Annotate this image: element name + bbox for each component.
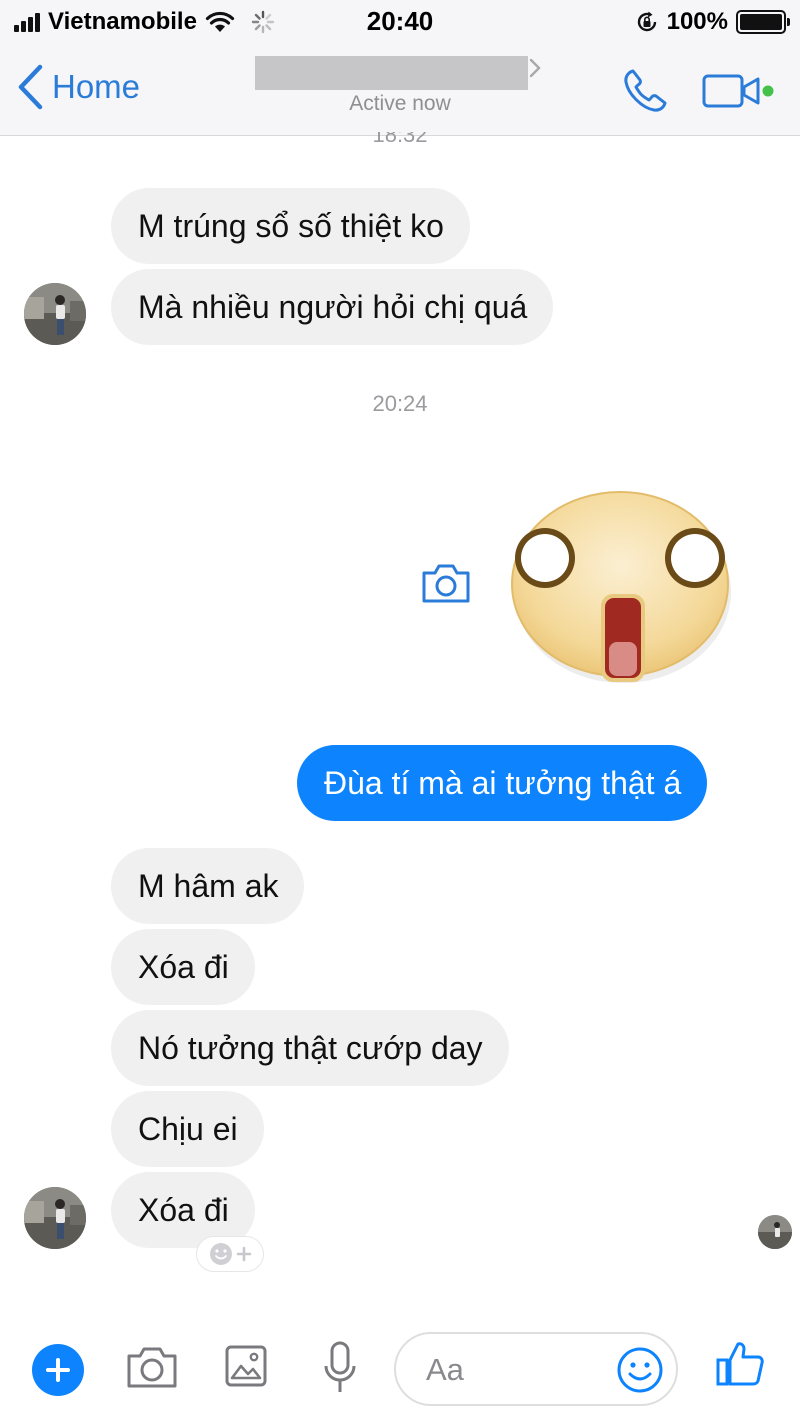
phone-call-button[interactable] [620,66,670,116]
partial-timestamp: 18:32 [372,132,428,147]
battery-icon [736,10,790,34]
message-bubble-outgoing[interactable]: Đùa tí mà ai tưởng thật á [297,745,708,821]
emoji-button[interactable] [616,1346,664,1394]
seen-receipt-avatar [758,1215,792,1249]
rotation-lock-icon [637,11,656,32]
message-bubble-incoming[interactable]: Nó tưởng thật cướp day [111,1010,509,1086]
avatar-photo [24,283,86,345]
status-bar: Vietnamobile 20:40 100% [0,0,800,44]
chevron-right-icon [529,58,541,78]
camera-icon[interactable] [420,561,472,605]
contact-avatar[interactable] [24,1187,86,1249]
message-bubble-incoming[interactable]: Xóa đi [111,929,255,1005]
battery-percent: 100% [666,8,728,35]
message-composer [0,1310,800,1424]
plus-icon [46,1358,70,1382]
like-button[interactable] [714,1338,766,1390]
gallery-button[interactable] [224,1344,268,1388]
smiley-icon [210,1243,232,1265]
conversation-header: Home Active now [0,44,800,136]
avatar-photo [24,1187,86,1249]
message-bubble-incoming[interactable]: M trúng sổ số thiệt ko [111,188,470,264]
add-reaction-button[interactable] [196,1236,264,1272]
microphone-button[interactable] [322,1340,358,1396]
status-right: 100% [635,8,790,36]
contact-name-redacted[interactable] [255,56,528,90]
contact-avatar[interactable] [24,283,86,345]
message-bubble-incoming[interactable]: Mà nhiều người hỏi chị quá [111,269,554,345]
shocked-face-sticker[interactable] [506,484,740,688]
message-bubble-incoming[interactable]: M hâm ak [111,848,305,924]
message-bubble-incoming[interactable]: Chịu ei [111,1091,264,1167]
more-options-button[interactable] [32,1344,84,1396]
camera-button[interactable] [126,1344,178,1390]
video-call-button[interactable] [702,72,776,110]
active-status: Active now [349,92,451,115]
avatar-photo [758,1215,792,1249]
message-input-container[interactable] [394,1332,678,1406]
plus-icon [236,1246,252,1262]
message-input[interactable] [426,1346,606,1394]
timestamp: 20:24 [372,391,428,416]
